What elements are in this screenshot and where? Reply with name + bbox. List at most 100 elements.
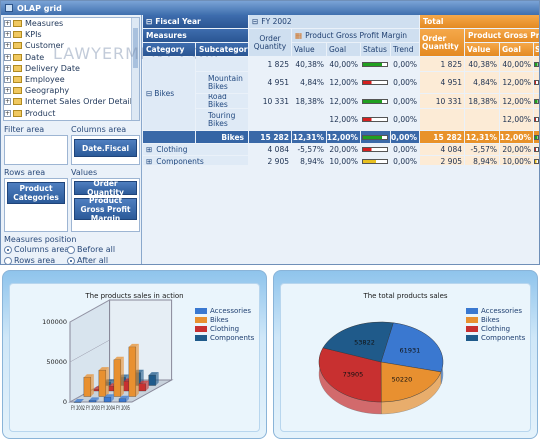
tree-item[interactable]: + KPIs <box>4 29 139 40</box>
pie-slice-label: 73905 <box>343 371 364 379</box>
subcategory-row-header[interactable]: Touring Bikes <box>196 109 248 130</box>
cube-tree[interactable]: + Measures + KPIs + Customer + Date + Delivery Da… <box>3 17 140 121</box>
category-header[interactable]: Category <box>143 43 195 56</box>
status-indicator-icon <box>534 159 539 164</box>
legend-label: Accessories <box>210 306 252 315</box>
order-quantity-header[interactable]: Order Quantity <box>249 29 291 56</box>
status-indicator-icon <box>361 134 388 140</box>
tree-item[interactable]: + Internet Sales Order Details <box>4 96 139 107</box>
goal-cell: 12,00% <box>329 78 358 87</box>
trend-cell: 0,00% <box>393 145 417 154</box>
grand-total-value-cell: 40,38% <box>465 57 499 71</box>
tree-item-label: Delivery Date <box>25 63 80 73</box>
radio-after-all[interactable]: After all <box>67 256 108 264</box>
fy-2002-header[interactable]: ⊟ FY 2002 <box>249 15 419 28</box>
total-column-header[interactable]: Total <box>420 15 539 28</box>
expand-icon[interactable]: + <box>4 87 11 95</box>
tree-item[interactable]: + Product <box>4 108 139 119</box>
collapse-icon[interactable]: ⊟ <box>252 17 258 26</box>
legend-swatch <box>195 325 207 332</box>
total-goal-header[interactable]: Goal <box>500 43 533 56</box>
value-header[interactable]: Value <box>292 43 326 56</box>
columns-area[interactable]: Date.Fiscal <box>71 135 140 165</box>
status-cell <box>361 72 390 93</box>
oq-label: Order Quantity <box>253 33 287 51</box>
tree-item[interactable]: + Measures <box>4 18 139 29</box>
tree-scrollbar[interactable] <box>131 18 139 120</box>
category-components[interactable]: ⊞ Components <box>143 156 248 165</box>
tree-item[interactable]: + Geography <box>4 85 139 96</box>
expand-icon[interactable]: + <box>4 64 11 72</box>
total-order-quantity-header[interactable]: Order Quantity <box>420 29 464 56</box>
category-bikes[interactable]: ⊟ Bikes <box>143 57 195 130</box>
filter-area[interactable] <box>4 135 68 165</box>
expand-icon[interactable]: ⊟ <box>146 17 152 26</box>
expand-icon[interactable]: + <box>4 98 11 106</box>
values-area[interactable]: Order Quantity Product Gross Profit Marg… <box>71 178 140 232</box>
radio-button[interactable] <box>67 245 75 254</box>
fiscal-year-label: Fiscal Year <box>155 17 201 26</box>
expand-icon[interactable]: + <box>4 31 11 39</box>
status-header[interactable]: Status <box>361 43 390 56</box>
grand-total-value-cell <box>465 109 499 130</box>
grand-total-oq-cell: 4 951 <box>420 72 464 93</box>
fiscal-year-header[interactable]: ⊟ Fiscal Year <box>143 15 248 28</box>
grand-total-status-cell <box>534 72 539 93</box>
total-value-header[interactable]: Value <box>465 43 499 56</box>
radio-button[interactable] <box>4 256 12 264</box>
folder-icon <box>13 87 22 95</box>
status-indicator-icon <box>361 98 388 104</box>
expand-icon[interactable]: + <box>4 42 11 50</box>
rows-area[interactable]: Product Categories <box>4 178 68 232</box>
window-titlebar[interactable]: OLAP grid <box>1 1 539 15</box>
radio-before-all[interactable]: Before all <box>67 245 115 254</box>
radio-columns-area[interactable]: Columns area <box>4 245 69 254</box>
expand-icon[interactable]: ⊞ <box>146 145 152 154</box>
olap-pivot-grid[interactable]: ⊟ Fiscal Year ⊟ FY 2002 Total Measures Ord… <box>143 15 539 165</box>
legend-entry: Accessories <box>195 306 254 315</box>
expand-icon[interactable]: + <box>4 20 11 28</box>
subcategory-row-header[interactable]: Mountain Bikes <box>196 72 248 93</box>
grand-total-goal-cell: 12,00% <box>500 72 533 93</box>
radio-rows-area[interactable]: Rows area <box>4 256 56 265</box>
grand-total-status-cell <box>534 94 539 108</box>
expand-icon[interactable]: + <box>4 53 11 61</box>
legend-label: Accessories <box>481 306 523 315</box>
legend-label: Bikes <box>481 315 500 324</box>
radio-label: Rows area <box>14 256 56 265</box>
grand-total-status-cell <box>534 57 539 71</box>
subcategory-row-header[interactable]: Road Bikes <box>196 94 248 108</box>
tree-item[interactable]: + Delivery Date <box>4 63 139 74</box>
total-status-header[interactable]: S <box>534 43 539 56</box>
measures-header[interactable]: Measures <box>143 29 248 42</box>
tree-item[interactable]: + Employee <box>4 74 139 85</box>
bar-side <box>90 374 94 397</box>
pie-chart-legend: Accessories Bikes Clothing Components <box>466 306 525 342</box>
values-chip-gross-profit-margin[interactable]: Product Gross Profit Margin <box>74 195 137 223</box>
pie-slice-label: 61931 <box>400 346 421 354</box>
columns-chip-date-fiscal[interactable]: Date.Fiscal <box>74 139 137 157</box>
values-chip-order-quantity[interactable]: Order Quantity <box>74 179 137 197</box>
grand-total-goal-cell: 12,00% <box>500 131 533 143</box>
bikes-total-row-header[interactable]: Bikes <box>196 131 248 143</box>
goal-header[interactable]: Goal <box>327 43 360 56</box>
value-cell: 4,84% <box>300 78 324 87</box>
chip-label: Product Gross Profit Margin <box>80 195 131 223</box>
trend-header[interactable]: Trend <box>391 43 419 56</box>
rows-chip-product-categories[interactable]: Product Categories <box>7 182 65 204</box>
expand-icon[interactable]: + <box>4 76 11 84</box>
total-pgpm-header[interactable]: Product Gross Pr <box>465 29 539 42</box>
radio-button[interactable] <box>4 245 12 254</box>
x-tick-label: FY 2005 <box>116 405 130 412</box>
tree-list: + Measures + KPIs + Customer + Date + Delivery Da… <box>4 18 139 119</box>
pgpm-header[interactable]: ▦ Product Gross Profit Margin <box>292 29 419 42</box>
expand-icon[interactable]: + <box>4 109 11 117</box>
category-clothing[interactable]: ⊞ Clothing <box>143 144 248 155</box>
status-indicator-icon <box>361 159 388 164</box>
collapse-icon[interactable]: ⊟ <box>146 89 152 98</box>
expand-icon[interactable]: ⊞ <box>146 157 152 165</box>
columns-area-label: Columns area <box>71 125 127 134</box>
subcategory-row-header[interactable] <box>196 57 248 71</box>
radio-button[interactable] <box>67 256 75 264</box>
subcategory-header[interactable]: Subcategory <box>196 43 248 56</box>
